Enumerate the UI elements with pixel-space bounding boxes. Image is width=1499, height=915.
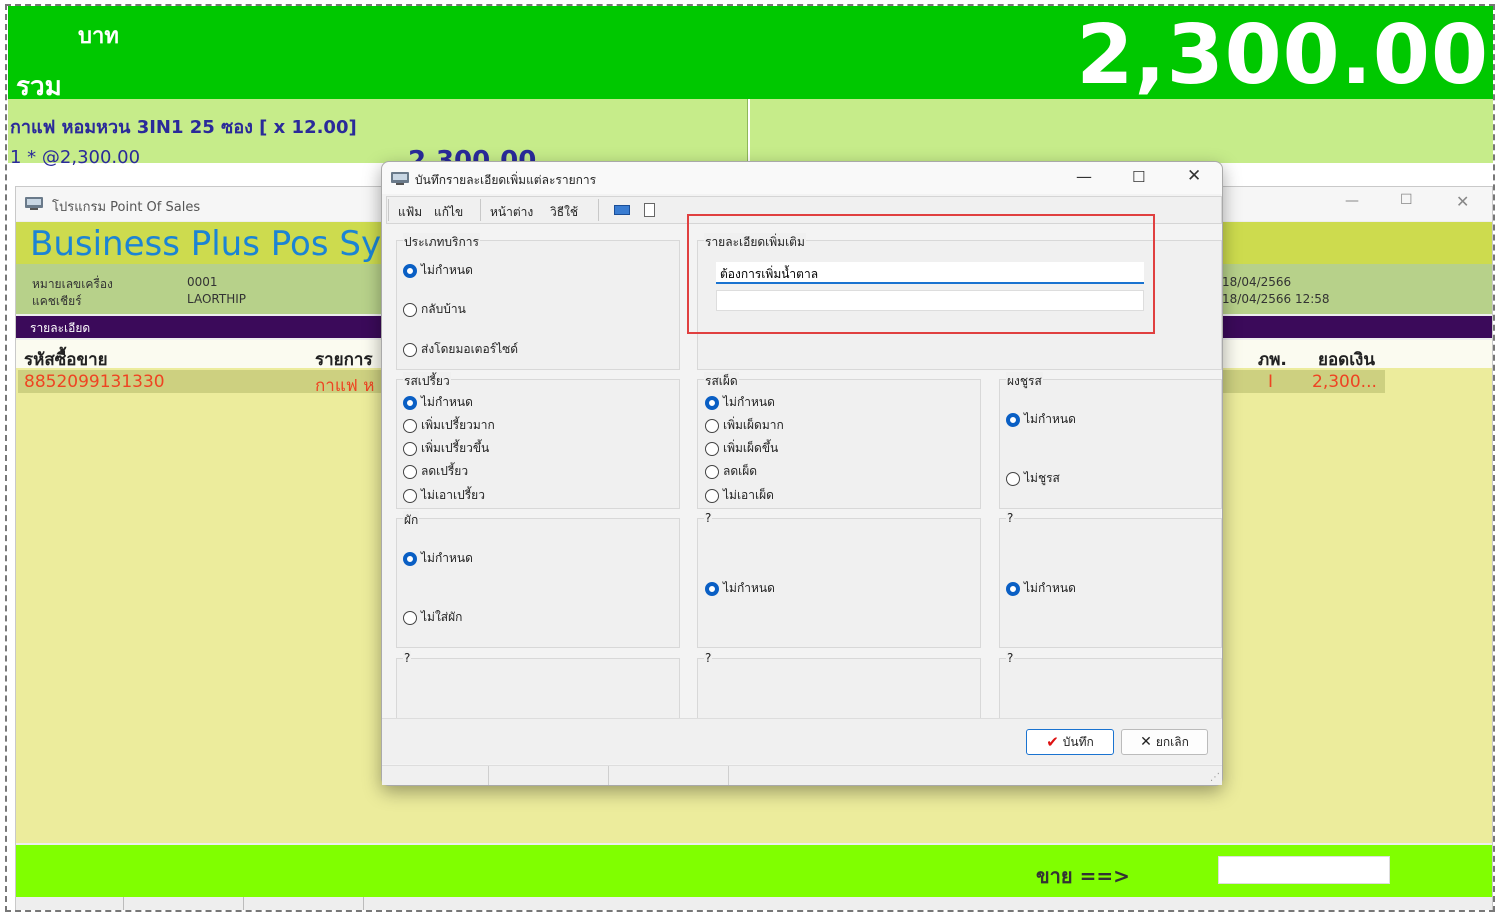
radio-sour-no[interactable]: ไม่เอาเปรี้ยว — [403, 486, 485, 505]
radio-sour-less[interactable]: ลดเปรี้ยว — [403, 462, 468, 481]
unnamed-group-title: ? — [704, 651, 713, 665]
save-button-label: บันทึก — [1062, 734, 1094, 749]
menu-help[interactable]: วิธีใช้ — [550, 203, 578, 222]
sour-title: รสเปรี้ยว — [403, 372, 451, 391]
unnamed-group-title: ? — [403, 651, 412, 665]
menu-edit[interactable]: แก้ไข — [434, 203, 463, 222]
radio-dot — [705, 464, 719, 479]
spicy-title: รสเผ็ด — [704, 372, 739, 391]
status-divider — [488, 766, 489, 785]
radio-msg-none[interactable]: ไม่กำหนด — [1006, 410, 1076, 429]
radio-dot — [705, 395, 719, 410]
radio-spicy-less[interactable]: ลดเผ็ด — [705, 462, 757, 481]
cancel-button[interactable]: ✕ ยกเลิก — [1121, 729, 1208, 755]
msg-title: ผงชูรส — [1006, 372, 1043, 391]
radio-dot — [403, 418, 417, 433]
unnamed-group — [396, 658, 680, 720]
vegetable-title: ผัก — [403, 511, 420, 530]
unnamed-group-title: ? — [1006, 511, 1015, 525]
save-button[interactable]: ✔ บันทึก — [1026, 729, 1114, 755]
checkmark-icon: ✔ — [1046, 733, 1059, 751]
radio-spicy-more[interactable]: เพิ่มเผ็ดขึ้น — [705, 439, 778, 458]
x-icon: ✕ — [1140, 734, 1152, 750]
radio-sour-much-more[interactable]: เพิ่มเปรี้ยวมาก — [403, 416, 495, 435]
radio-dot — [403, 263, 417, 278]
cancel-button-label: ยกเลิก — [1155, 734, 1189, 749]
radio-dot — [403, 441, 417, 456]
radio-veg-none[interactable]: ไม่กำหนด — [403, 549, 473, 568]
maximize-icon[interactable]: ☐ — [1132, 168, 1145, 186]
keyboard-icon[interactable] — [614, 205, 630, 215]
toolbar-grip — [388, 199, 389, 221]
radio-dot — [403, 342, 417, 357]
dialog-title: บันทึกรายละเอียดเพิ่มแต่ละรายการ — [415, 173, 597, 187]
minimize-icon[interactable]: — — [1076, 167, 1092, 186]
unnamed-group — [999, 658, 1222, 720]
radio-service-delivery[interactable]: ส่งโดยมอเตอร์ไซด์ — [403, 340, 518, 359]
radio-dot — [403, 551, 417, 566]
radio-unnamed-none[interactable]: ไม่กำหนด — [705, 579, 775, 598]
status-divider — [728, 766, 729, 785]
radio-veg-no[interactable]: ไม่ใส่ผัก — [403, 608, 462, 627]
radio-dot — [403, 302, 417, 317]
radio-dot — [705, 418, 719, 433]
unnamed-group-title: ? — [704, 511, 713, 525]
clipboard-icon[interactable] — [644, 203, 655, 217]
radio-spicy-much-more[interactable]: เพิ่มเผ็ดมาก — [705, 416, 784, 435]
radio-sour-more[interactable]: เพิ่มเปรี้ยวขึ้น — [403, 439, 489, 458]
radio-service-takeaway[interactable]: กลับบ้าน — [403, 300, 466, 319]
unnamed-group — [697, 658, 981, 720]
radio-dot — [1006, 471, 1020, 486]
app-icon — [391, 172, 409, 185]
close-icon[interactable]: ✕ — [1187, 166, 1201, 186]
radio-dot — [705, 488, 719, 503]
status-divider — [608, 766, 609, 785]
resize-grip-icon[interactable]: ⋰ — [1210, 772, 1220, 783]
radio-unnamed-none[interactable]: ไม่กำหนด — [1006, 579, 1076, 598]
msg-group — [999, 379, 1222, 509]
radio-msg-no[interactable]: ไม่ชูรส — [1006, 469, 1060, 488]
radio-service-none[interactable]: ไม่กำหนด — [403, 261, 473, 280]
menu-window[interactable]: หน้าต่าง — [490, 203, 533, 222]
dialog-status-bar — [382, 765, 1222, 785]
radio-dot — [1006, 581, 1020, 596]
radio-dot — [1006, 412, 1020, 427]
vegetable-group — [396, 518, 680, 648]
radio-spicy-no[interactable]: ไม่เอาเผ็ด — [705, 486, 774, 505]
radio-sour-none[interactable]: ไม่กำหนด — [403, 393, 473, 412]
radio-dot — [705, 581, 719, 596]
radio-dot — [403, 464, 417, 479]
radio-spicy-none[interactable]: ไม่กำหนด — [705, 393, 775, 412]
highlight-annotation — [687, 214, 1155, 334]
unnamed-group-title: ? — [1006, 651, 1015, 665]
radio-dot — [705, 441, 719, 456]
radio-dot — [403, 395, 417, 410]
radio-dot — [403, 610, 417, 625]
toolbar-separator — [480, 199, 481, 221]
menu-file[interactable]: แฟ้ม — [398, 203, 422, 222]
radio-dot — [403, 488, 417, 503]
toolbar-separator — [598, 199, 599, 221]
service-type-title: ประเภทบริการ — [403, 233, 480, 252]
